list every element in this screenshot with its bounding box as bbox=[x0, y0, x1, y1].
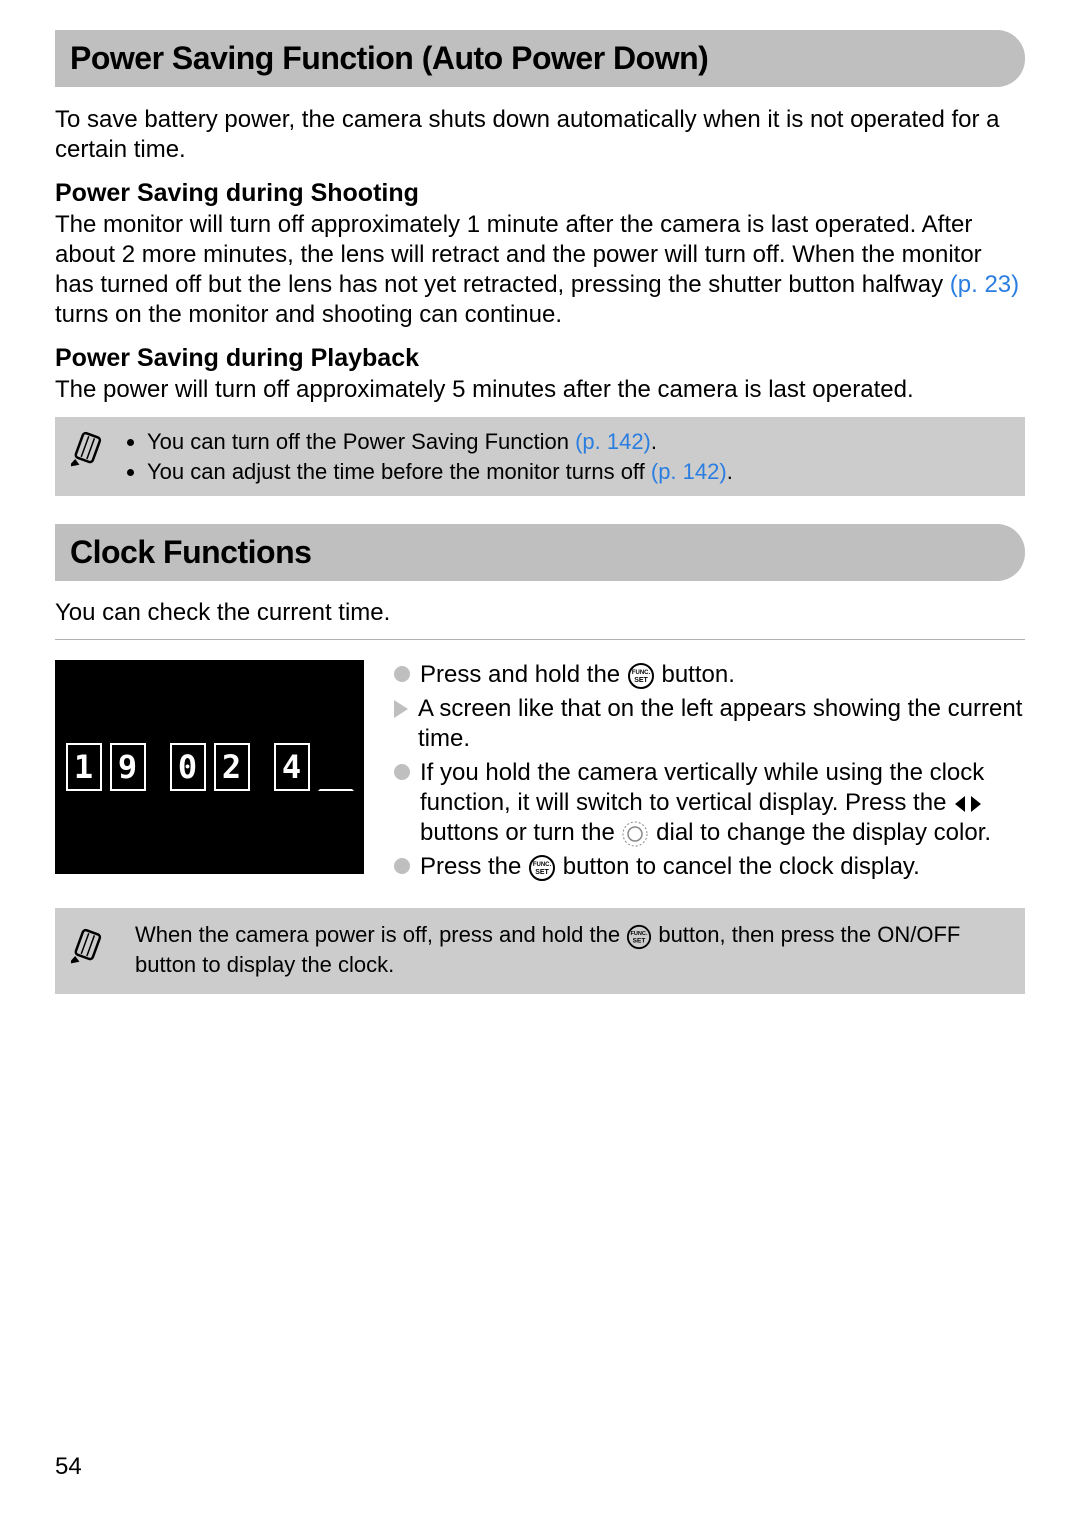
clock-digit-4: 2 bbox=[214, 743, 250, 791]
clock-digit-6-blank bbox=[318, 743, 354, 791]
note-item-1: You can turn off the Power Saving Functi… bbox=[147, 427, 733, 457]
clock-digit-1: 1 bbox=[66, 743, 102, 791]
step-3b: buttons or turn the bbox=[420, 819, 621, 846]
step-1: Press and hold the FUNC.SET button. bbox=[394, 660, 1025, 690]
bullet-circle-icon bbox=[394, 666, 410, 682]
svg-text:SET: SET bbox=[634, 677, 648, 684]
note2-a: When the camera power is off, press and … bbox=[135, 922, 626, 947]
note-clock-content: When the camera power is off, press and … bbox=[135, 920, 1009, 979]
link-p142-a[interactable]: (p. 142) bbox=[575, 429, 651, 454]
text-playback: The power will turn off approximately 5 … bbox=[55, 375, 1025, 405]
subheading-shooting: Power Saving during Shooting bbox=[55, 179, 1025, 208]
clock-digit-3: 0 bbox=[170, 743, 206, 791]
func-set-icon: FUNC.SET bbox=[626, 924, 652, 950]
step-3c: dial to change the display color. bbox=[656, 819, 991, 846]
note-item-2: You can adjust the time before the monit… bbox=[147, 457, 733, 487]
note-content: You can turn off the Power Saving Functi… bbox=[127, 427, 733, 486]
step-4: Press the FUNC.SET button to cancel the … bbox=[394, 852, 1025, 882]
step-1a: Press and hold the bbox=[420, 661, 627, 688]
note-item-1a: You can turn off the Power Saving Functi… bbox=[147, 429, 575, 454]
bullet-circle-icon bbox=[394, 764, 410, 780]
svg-text:FUNC.: FUNC. bbox=[631, 931, 648, 937]
subheading-playback: Power Saving during Playback bbox=[55, 344, 1025, 373]
divider bbox=[55, 639, 1025, 640]
clock-display: 1 9 0 2 4 bbox=[55, 660, 364, 874]
text-shooting: The monitor will turn off approximately … bbox=[55, 210, 1025, 330]
note-box-clock: When the camera power is off, press and … bbox=[55, 908, 1025, 993]
pencil-icon bbox=[69, 926, 107, 974]
clock-steps: Press and hold the FUNC.SET button. A sc… bbox=[394, 660, 1025, 886]
intro-clock: You can check the current time. bbox=[55, 599, 1025, 627]
step-2-text: A screen like that on the left appears s… bbox=[418, 694, 1025, 754]
note-item-2a: You can adjust the time before the monit… bbox=[147, 459, 651, 484]
svg-text:FUNC.: FUNC. bbox=[533, 862, 552, 868]
text-shooting-b: turns on the monitor and shooting can co… bbox=[55, 301, 562, 328]
page-number: 54 bbox=[55, 1453, 82, 1481]
step-4b: button to cancel the clock display. bbox=[563, 853, 920, 880]
link-p142-b[interactable]: (p. 142) bbox=[651, 459, 727, 484]
pencil-icon bbox=[69, 429, 107, 477]
clock-digit-5: 4 bbox=[274, 743, 310, 791]
step-2: A screen like that on the left appears s… bbox=[394, 694, 1025, 754]
step-3a: If you hold the camera vertically while … bbox=[420, 759, 984, 816]
dial-icon bbox=[621, 820, 649, 848]
clock-digit-2: 9 bbox=[110, 743, 146, 791]
step-1b: button. bbox=[661, 661, 734, 688]
note-item-1b: . bbox=[651, 429, 657, 454]
section-heading-power-saving: Power Saving Function (Auto Power Down) bbox=[55, 30, 1025, 87]
section-heading-clock: Clock Functions bbox=[55, 524, 1025, 581]
text-shooting-a: The monitor will turn off approximately … bbox=[55, 211, 982, 298]
svg-text:SET: SET bbox=[633, 937, 646, 944]
step-4a: Press the bbox=[420, 853, 528, 880]
svg-text:FUNC.: FUNC. bbox=[632, 670, 651, 676]
svg-text:SET: SET bbox=[535, 869, 549, 876]
func-set-icon: FUNC.SET bbox=[627, 662, 655, 690]
bullet-triangle-icon bbox=[394, 700, 408, 718]
note-item-2b: . bbox=[727, 459, 733, 484]
left-right-icon bbox=[953, 794, 983, 814]
step-3: If you hold the camera vertically while … bbox=[394, 758, 1025, 848]
intro-power-saving: To save battery power, the camera shuts … bbox=[55, 105, 1025, 165]
note-box-power-saving: You can turn off the Power Saving Functi… bbox=[55, 417, 1025, 496]
link-p23[interactable]: (p. 23) bbox=[950, 271, 1019, 298]
func-set-icon: FUNC.SET bbox=[528, 854, 556, 882]
bullet-circle-icon bbox=[394, 858, 410, 874]
